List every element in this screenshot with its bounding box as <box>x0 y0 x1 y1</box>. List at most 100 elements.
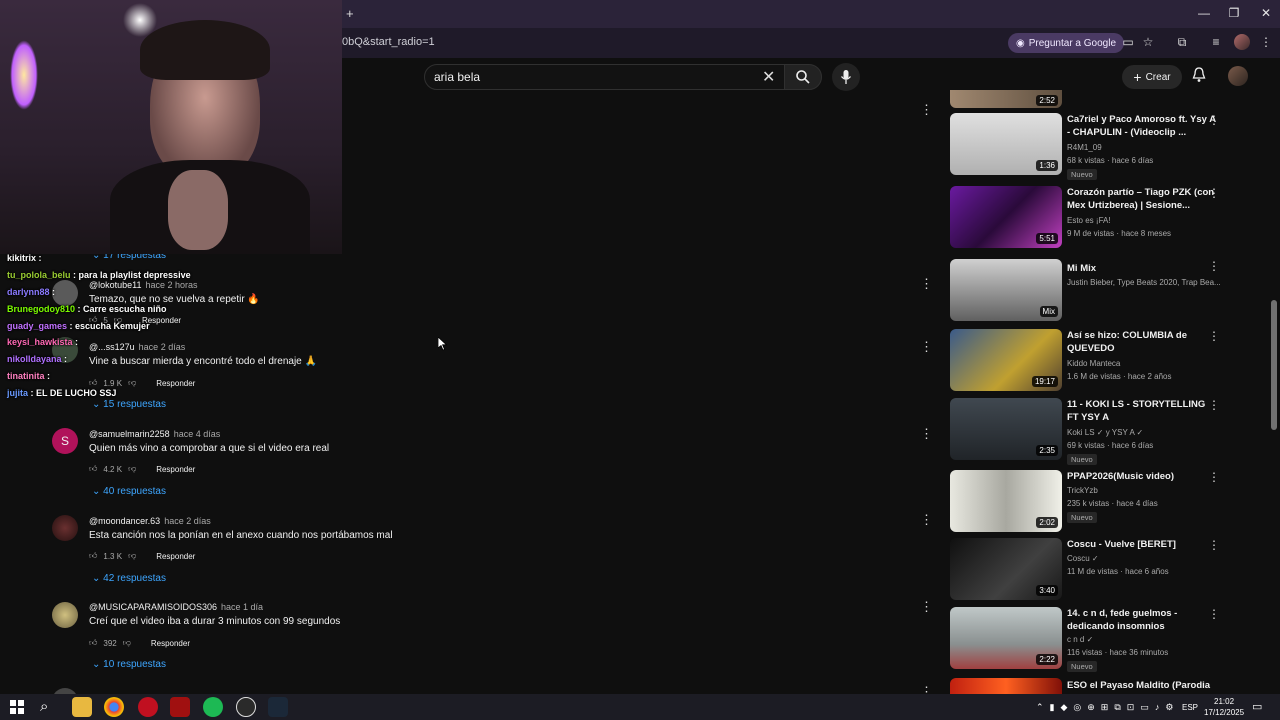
obs-icon[interactable] <box>236 697 256 717</box>
comment-author[interactable]: @MUSICAPARAMISOIDOS306 hace 1 día <box>89 602 263 612</box>
like-icon[interactable]: 👍︎ <box>89 551 97 561</box>
bookmark-star-icon[interactable]: ☆ <box>1140 34 1156 50</box>
restore-button[interactable]: ❐ <box>1224 6 1244 20</box>
extensions-icon[interactable]: ⧉ <box>1174 34 1190 50</box>
replies-toggle[interactable]: ⌄ 15 respuestas <box>92 399 166 410</box>
replies-toggle[interactable]: ⌄ 40 respuestas <box>92 486 166 497</box>
comment-menu-icon[interactable]: ⋮ <box>920 339 933 355</box>
new-tab-button[interactable]: + <box>346 6 354 21</box>
system-tray-icons[interactable]: ⌃▮◆◎⊕⊞⧉⊡▭♪⚙ <box>1036 702 1179 713</box>
comment-avatar[interactable] <box>52 280 78 306</box>
rec-title[interactable]: Así se hizo: COLUMBIA de QUEVEDO <box>1067 329 1217 355</box>
reply-button[interactable]: Responder <box>156 552 195 561</box>
comment-author[interactable]: @samuelmarin2258 hace 4 días <box>89 429 220 439</box>
rec-channel[interactable]: TrickYzb <box>1067 486 1098 495</box>
rec-title[interactable]: Ca7riel y Paco Amoroso ft. Ysy A - CHAPU… <box>1067 113 1217 139</box>
rec-title[interactable]: 11 - KOKI LS - STORYTELLING FT YSY A <box>1067 398 1217 424</box>
opera-icon[interactable] <box>138 697 158 717</box>
app-icon[interactable] <box>170 697 190 717</box>
voice-search-button[interactable] <box>832 63 860 91</box>
taskbar-search-icon[interactable]: ⌕ <box>40 698 48 715</box>
dislike-icon[interactable]: 👎︎ <box>128 378 136 388</box>
rec-item[interactable]: 1:36 Ca7riel y Paco Amoroso ft. Ysy A - … <box>950 113 1230 180</box>
rec-title[interactable]: Corazón partío – Tiago PZK (con Mex Urti… <box>1067 186 1217 212</box>
rec-channel[interactable]: Koki LS ✓ y YSY A ✓ <box>1067 428 1143 437</box>
rec-thumbnail[interactable]: 2:02 <box>950 470 1062 532</box>
dislike-icon[interactable]: 👎︎ <box>128 551 136 561</box>
rec-channel[interactable]: c n d ✓ <box>1067 635 1093 644</box>
rec-item[interactable]: ESO el Payaso Maldito (Parodia <box>950 678 1230 694</box>
more-icon[interactable]: ⋮ <box>1208 259 1220 273</box>
rec-channel[interactable]: Justin Bieber, Type Beats 2020, Trap Bea… <box>1067 278 1221 287</box>
like-icon[interactable]: 👍︎ <box>89 378 97 388</box>
rec-channel[interactable]: R4M1_09 <box>1067 143 1102 152</box>
rec-title[interactable]: Mi Mix <box>1067 262 1217 275</box>
reply-button[interactable]: Responder <box>156 465 195 474</box>
rec-title[interactable]: 14. c n d, fede guelmos - dedicando inso… <box>1067 607 1217 633</box>
reply-button[interactable]: Responder <box>151 639 190 648</box>
comment-author[interactable]: @...ss127u hace 2 días <box>89 342 185 352</box>
rec-thumbnail[interactable]: 5:51 <box>950 186 1062 248</box>
chrome-icon[interactable] <box>104 697 124 717</box>
comment-author[interactable]: @moondancer.63 hace 2 días <box>89 516 211 526</box>
steam-icon[interactable] <box>268 697 288 717</box>
rec-item[interactable]: 2:02 PPAP2026(Music video) TrickYzb 235 … <box>950 470 1230 534</box>
rec-item[interactable]: Mix Mi Mix Justin Bieber, Type Beats 202… <box>950 259 1230 323</box>
replies-toggle[interactable]: ⌄ 42 respuestas <box>92 573 166 584</box>
clear-search-icon[interactable]: ✕ <box>762 67 775 87</box>
rec-channel[interactable]: Coscu ✓ <box>1067 554 1099 563</box>
windows-start-icon[interactable] <box>10 700 24 714</box>
file-explorer-icon[interactable] <box>72 697 92 717</box>
reply-button[interactable]: Responder <box>156 379 195 388</box>
rec-item[interactable]: 19:17 Así se hizo: COLUMBIA de QUEVEDO K… <box>950 329 1230 393</box>
chrome-menu-icon[interactable]: ⋮ <box>1258 34 1274 50</box>
comment-avatar[interactable]: S <box>52 428 78 454</box>
rec-thumbnail[interactable] <box>950 678 1062 694</box>
like-icon[interactable]: 👍︎ <box>89 464 97 474</box>
cast-icon[interactable]: ▭ <box>1120 34 1136 50</box>
comment-menu-icon[interactable]: ⋮ <box>920 102 933 118</box>
rec-item[interactable]: 2:35 11 - KOKI LS - STORYTELLING FT YSY … <box>950 398 1230 465</box>
dislike-icon[interactable]: 👎︎ <box>123 638 131 648</box>
rec-thumbnail[interactable]: 3:40 <box>950 538 1062 600</box>
comment-menu-icon[interactable]: ⋮ <box>920 426 933 442</box>
account-avatar[interactable] <box>1228 66 1248 86</box>
search-input[interactable]: aria bela <box>434 70 480 84</box>
comment-menu-icon[interactable]: ⋮ <box>920 599 933 615</box>
more-icon[interactable]: ⋮ <box>1208 607 1220 621</box>
notifications-bell-icon[interactable] <box>1192 67 1206 86</box>
rec-title[interactable]: ESO el Payaso Maldito (Parodia <box>1067 679 1217 692</box>
language-indicator[interactable]: ESP <box>1182 703 1198 712</box>
rec-thumbnail[interactable]: 19:17 <box>950 329 1062 391</box>
more-icon[interactable]: ⋮ <box>1208 329 1220 343</box>
rec-item[interactable]: 3:40 Coscu - Vuelve [BERET] Coscu ✓ 11 M… <box>950 538 1230 602</box>
notification-center-icon[interactable]: ▭ <box>1252 700 1262 713</box>
replies-toggle[interactable]: ⌄ 10 respuestas <box>92 659 166 670</box>
url-text[interactable]: 0bQ&start_radio=1 <box>342 36 435 48</box>
more-icon[interactable]: ⋮ <box>1208 470 1220 484</box>
rec-thumbnail[interactable]: Mix <box>950 259 1062 321</box>
profile-avatar[interactable] <box>1234 34 1250 50</box>
rec-channel[interactable]: Esto es ¡FA! <box>1067 216 1111 225</box>
rec-thumbnail[interactable]: 2:52 <box>950 90 1062 108</box>
rec-item[interactable]: 2:22 14. c n d, fede guelmos - dedicando… <box>950 607 1230 672</box>
create-button[interactable]: + Crear <box>1122 65 1182 89</box>
rec-thumbnail[interactable]: 2:22 <box>950 607 1062 669</box>
clock-time[interactable]: 21:02 <box>1214 697 1234 706</box>
rec-channel[interactable]: Kiddo Manteca <box>1067 359 1120 368</box>
rec-item[interactable]: 5:51 Corazón partío – Tiago PZK (con Mex… <box>950 186 1230 250</box>
close-window-button[interactable]: ✕ <box>1256 6 1276 20</box>
comment-menu-icon[interactable]: ⋮ <box>920 276 933 292</box>
like-icon[interactable]: 👍︎ <box>89 638 97 648</box>
comment-menu-icon[interactable]: ⋮ <box>920 512 933 528</box>
more-icon[interactable]: ⋮ <box>1208 398 1220 412</box>
minimize-button[interactable]: — <box>1194 6 1214 20</box>
media-controls-icon[interactable]: ≡ <box>1208 34 1224 50</box>
comment-avatar[interactable] <box>52 515 78 541</box>
rec-thumbnail[interactable]: 2:35 <box>950 398 1062 460</box>
clock-date[interactable]: 17/12/2025 <box>1204 708 1244 717</box>
rec-thumbnail[interactable]: 1:36 <box>950 113 1062 175</box>
more-icon[interactable]: ⋮ <box>1208 186 1220 200</box>
search-button[interactable] <box>784 64 822 90</box>
rec-title[interactable]: Coscu - Vuelve [BERET] <box>1067 538 1217 551</box>
